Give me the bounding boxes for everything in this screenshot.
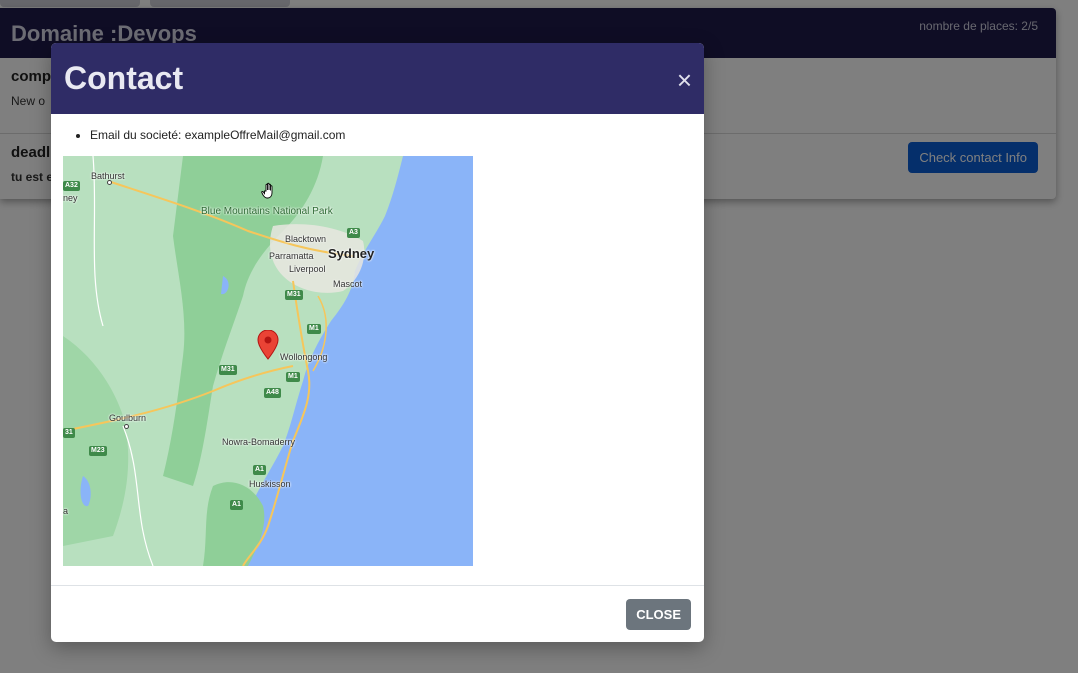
contact-list: Email du societé: exampleOffreMail@gmail… xyxy=(90,128,692,142)
contact-modal: Contact × Email du societé: exampleOffre… xyxy=(51,43,704,642)
road-shield: 31 xyxy=(63,428,75,438)
map-label-parramatta: Parramatta xyxy=(269,251,314,261)
location-pin-icon[interactable] xyxy=(257,330,279,360)
map-graphic xyxy=(63,156,403,566)
road-shield: M31 xyxy=(285,290,303,300)
road-shield: A32 xyxy=(63,181,80,191)
close-icon[interactable]: × xyxy=(677,67,692,93)
map-label-huskisson: Huskisson xyxy=(249,479,291,489)
hand-cursor-icon xyxy=(261,182,273,199)
road-shield: A48 xyxy=(264,388,281,398)
close-button[interactable]: CLOSE xyxy=(626,598,691,630)
map-label-blue-mountains: Blue Mountains National Park xyxy=(201,206,333,217)
map-label-blacktown: Blacktown xyxy=(285,234,327,244)
road-shield: M23 xyxy=(89,446,107,456)
map-label-nowra: Nowra-Bomaderry xyxy=(222,437,296,447)
town-dot xyxy=(124,424,129,429)
modal-body: Email du societé: exampleOffreMail@gmail… xyxy=(51,114,704,584)
map-label-mascot: Mascot xyxy=(333,279,363,289)
road-shield: A1 xyxy=(230,500,243,510)
map-label-edge: ney xyxy=(63,193,78,203)
embedded-map[interactable]: Bathurst ney Blue Mountains National Par… xyxy=(63,156,473,566)
road-shield: M1 xyxy=(286,372,300,382)
modal-title: Contact xyxy=(64,60,184,96)
map-label-goulburn: Goulburn xyxy=(109,413,147,423)
road-shield: A1 xyxy=(253,465,266,475)
road-shield: M31 xyxy=(219,365,237,375)
map-label-wollongong: Wollongong xyxy=(280,352,328,362)
map-label-edge: a xyxy=(63,506,69,516)
modal-header: Contact × xyxy=(51,43,704,114)
road-shield: M1 xyxy=(307,324,321,334)
map-label-liverpool: Liverpool xyxy=(289,264,326,274)
map-label-sydney: Sydney xyxy=(328,246,375,261)
road-shield: A3 xyxy=(347,228,360,238)
email-item: Email du societé: exampleOffreMail@gmail… xyxy=(90,128,692,142)
forest-area xyxy=(203,482,265,566)
town-dot xyxy=(107,180,112,185)
modal-footer: CLOSE xyxy=(51,585,704,642)
